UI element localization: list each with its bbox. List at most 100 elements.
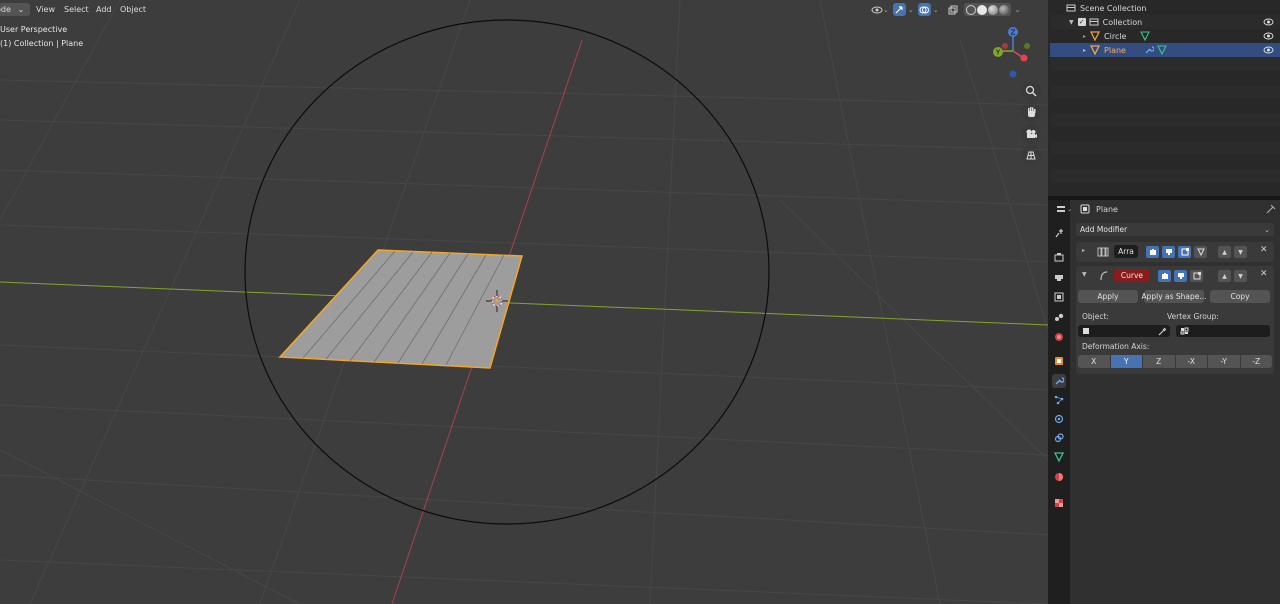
object-name-circle: Circle xyxy=(1104,31,1127,41)
outliner-row-plane[interactable]: ▸ Plane xyxy=(1050,43,1280,57)
material-icon xyxy=(1055,473,1063,481)
outliner-row-collection[interactable]: ▼ ✓ Collection xyxy=(1050,15,1280,29)
plane-object[interactable] xyxy=(278,249,523,369)
vertex-group-field[interactable] xyxy=(1176,325,1270,337)
pan-button[interactable] xyxy=(1021,102,1041,122)
expand-arrow-icon[interactable]: ▸ xyxy=(1082,247,1085,254)
gizmo-toggle-icon[interactable] xyxy=(892,3,906,16)
tab-texture[interactable] xyxy=(1052,496,1066,510)
eyedropper-icon[interactable] xyxy=(1158,327,1167,336)
copy-button[interactable]: Copy xyxy=(1210,290,1270,303)
toggle-render-button[interactable] xyxy=(1190,270,1203,282)
menu-add[interactable]: Add xyxy=(91,3,117,16)
collection-info-label: (1) Collection | Plane xyxy=(0,39,84,48)
expand-arrow-icon[interactable]: ▼ xyxy=(1069,19,1074,26)
axis-neg-x-button[interactable]: -X xyxy=(1175,355,1208,368)
collection-label: Collection xyxy=(1102,17,1143,27)
editor-type-icon[interactable] xyxy=(1056,204,1066,214)
chevron-down-icon[interactable]: ⌄ xyxy=(883,6,889,14)
move-down-button[interactable]: ▼ xyxy=(1234,270,1247,282)
outliner-row-scene-collection[interactable]: Scene Collection xyxy=(1050,1,1280,15)
chevron-down-icon[interactable]: ⌄ xyxy=(908,6,914,14)
tab-material[interactable] xyxy=(1052,470,1066,484)
wireframe-shading-icon[interactable] xyxy=(965,4,976,15)
apply-button[interactable]: Apply xyxy=(1078,290,1138,303)
chevron-down-icon: ⌄ xyxy=(1264,225,1270,234)
tab-world[interactable] xyxy=(1052,330,1066,344)
tab-object[interactable] xyxy=(1052,354,1066,368)
tab-view-layer[interactable] xyxy=(1052,290,1066,304)
axis-neg-y-button[interactable]: -Y xyxy=(1208,355,1241,368)
axis-y-button[interactable]: Y xyxy=(1110,355,1143,368)
move-up-button[interactable]: ▲ xyxy=(1218,270,1231,282)
menu-select[interactable]: Select xyxy=(59,3,94,16)
menu-object[interactable]: Object xyxy=(115,3,151,16)
cage-icon xyxy=(1196,248,1205,256)
tab-modifiers[interactable] xyxy=(1052,374,1066,388)
eye-icon[interactable] xyxy=(1263,31,1274,41)
solid-shading-icon[interactable] xyxy=(976,4,987,15)
render-icon xyxy=(1054,253,1064,262)
xray-toggle-icon[interactable] xyxy=(947,3,960,16)
toggle-viewport-button[interactable] xyxy=(1174,270,1187,282)
toggle-render-button[interactable] xyxy=(1178,246,1191,258)
outliner[interactable]: Scene Collection ▼ ✓ Collection ▸ Circle… xyxy=(1050,0,1280,196)
viewport-scene[interactable] xyxy=(0,0,1048,604)
toggle-editmode-button[interactable] xyxy=(1146,246,1159,258)
projection-toggle-button[interactable] xyxy=(1021,145,1041,165)
hand-icon xyxy=(1028,107,1036,117)
expand-arrow-icon[interactable]: ▸ xyxy=(1083,33,1086,40)
mode-selector[interactable]: ode ⌄ xyxy=(0,3,31,16)
mesh-data-icon xyxy=(1140,31,1151,41)
chevron-down-icon[interactable]: ⌄ xyxy=(933,6,939,14)
navigation-gizmo[interactable]: Z Y xyxy=(982,24,1044,84)
properties-header: ⌄ Plane xyxy=(1057,200,1280,218)
tab-constraints[interactable] xyxy=(1052,431,1066,445)
menu-view[interactable]: View xyxy=(31,3,60,16)
camera-icon xyxy=(1026,129,1037,138)
modifier-name-field[interactable]: Arra xyxy=(1114,245,1138,258)
tab-data[interactable] xyxy=(1052,450,1066,464)
modifier-name-field[interactable]: Curve xyxy=(1114,269,1150,282)
overlays-toggle-icon[interactable] xyxy=(917,3,931,16)
rendered-shading-icon[interactable] xyxy=(998,4,1009,15)
move-up-button[interactable]: ▲ xyxy=(1218,246,1231,258)
object-picker-field[interactable] xyxy=(1078,325,1170,337)
axis-z-button[interactable]: Z xyxy=(1143,355,1176,368)
material-shading-icon[interactable] xyxy=(987,4,998,15)
zoom-button[interactable] xyxy=(1021,81,1041,101)
object-visibility-icon[interactable] xyxy=(870,3,883,16)
close-icon[interactable]: ✕ xyxy=(1260,269,1268,279)
tab-particles[interactable] xyxy=(1052,393,1066,407)
move-down-button[interactable]: ▼ xyxy=(1234,246,1247,258)
toggle-cage-button[interactable] xyxy=(1194,246,1207,258)
camera-view-button[interactable] xyxy=(1021,124,1041,144)
eye-icon[interactable] xyxy=(1263,17,1274,27)
close-icon[interactable]: ✕ xyxy=(1260,245,1268,255)
object-field-label: Object: xyxy=(1082,312,1109,321)
checkbox-icon[interactable]: ✓ xyxy=(1077,18,1086,26)
outliner-empty-row xyxy=(1050,57,1280,71)
tab-physics[interactable] xyxy=(1052,412,1066,426)
deformation-axis-selector: X Y Z -X -Y -Z xyxy=(1078,355,1272,368)
chevron-down-icon: ⌄ xyxy=(17,5,25,14)
outliner-row-circle[interactable]: ▸ Circle xyxy=(1050,29,1280,43)
add-modifier-dropdown[interactable]: Add Modifier ⌄ xyxy=(1076,223,1274,236)
axis-x-button[interactable]: X xyxy=(1078,355,1111,368)
expand-arrow-icon[interactable]: ▸ xyxy=(1083,47,1086,54)
chevron-down-icon[interactable]: ⌄ xyxy=(1015,6,1021,14)
modifier-panel-array: ▸ Arra ▲ ▼ ✕ xyxy=(1076,242,1274,262)
toggle-editmode-button[interactable] xyxy=(1158,270,1171,282)
tab-tool[interactable] xyxy=(1052,226,1066,240)
toggle-viewport-button[interactable] xyxy=(1162,246,1175,258)
chevron-down-icon[interactable]: ⌄ xyxy=(1067,206,1072,213)
expand-arrow-icon[interactable]: ▼ xyxy=(1082,271,1087,278)
axis-neg-z-button[interactable]: -Z xyxy=(1240,355,1272,368)
tab-render[interactable] xyxy=(1052,250,1066,264)
tab-scene[interactable] xyxy=(1052,310,1066,324)
3d-viewport[interactable]: ode ⌄ View Select Add Object ⌄ ⌄ ⌄ xyxy=(0,0,1048,604)
apply-as-shape-button[interactable]: Apply as Shape... xyxy=(1141,290,1207,303)
pin-icon[interactable] xyxy=(1266,204,1276,214)
eye-icon[interactable] xyxy=(1263,45,1274,55)
tab-output[interactable] xyxy=(1052,270,1066,284)
